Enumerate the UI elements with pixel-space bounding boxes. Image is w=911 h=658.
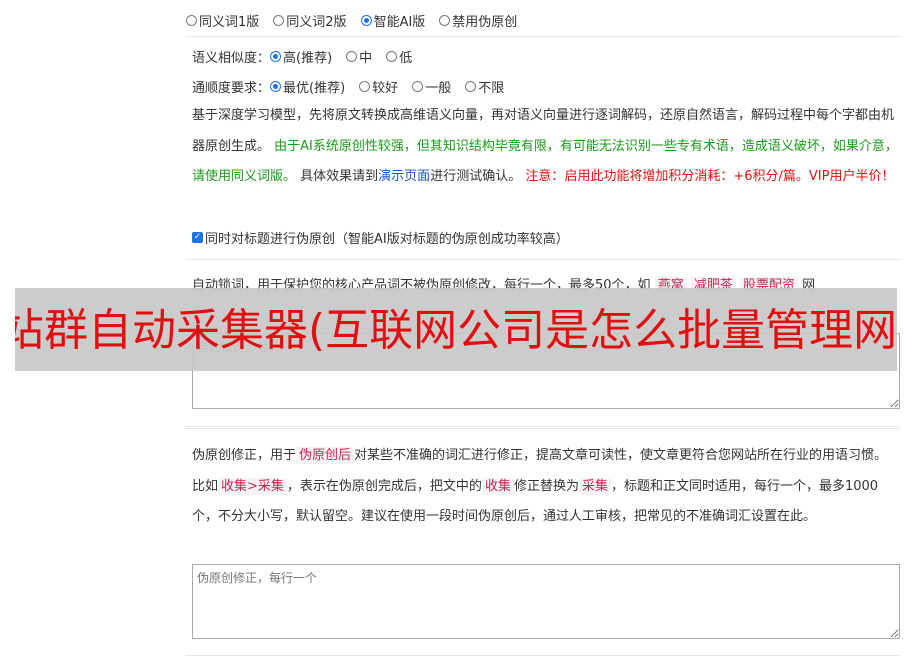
mode-synonym2-radio[interactable]: 同义词2版: [273, 11, 347, 30]
fluency-label: 通顺度要求：: [192, 81, 271, 96]
mode-disable-radio[interactable]: 禁用伪原创: [439, 11, 517, 30]
correction-tag: 收集>采集: [218, 477, 287, 495]
fluency-normal-radio[interactable]: 一般: [412, 77, 451, 96]
correction-tag: 采集: [578, 477, 611, 495]
mode-radio-group: 同义词1版 同义词2版 智能AI版 禁用伪原创: [186, 11, 531, 30]
ai-description: 基于深度学习模型，先将原文转换成高维语义向量，再对语义向量进行逐词解码，还原自然…: [192, 108, 898, 184]
title-checkbox-row[interactable]: ✓ 同时对标题进行伪原创（智能AI版对标题的伪原创成功率较高）: [192, 228, 569, 247]
demo-page-link[interactable]: 演示页面: [378, 169, 430, 184]
fluency-unlimited-radio[interactable]: 不限: [465, 77, 504, 96]
similarity-label: 语义相似度：: [192, 51, 271, 66]
similarity-row: 语义相似度： 高(推荐) 中 低: [192, 47, 426, 66]
similarity-low-radio[interactable]: 低: [386, 47, 412, 66]
fluency-row: 通顺度要求： 最优(推荐) 较好 一般 不限: [192, 77, 518, 96]
overlay-banner: 站群自动采集器(互联网公司是怎么批量管理网站: [15, 288, 897, 371]
correction-textarea[interactable]: [192, 564, 900, 639]
fluency-best-radio[interactable]: 最优(推荐): [270, 77, 345, 96]
correction-tag: 伪原创后: [296, 447, 355, 464]
similarity-mid-radio[interactable]: 中: [346, 47, 372, 66]
similarity-high-radio[interactable]: 高(推荐): [270, 47, 332, 66]
title-checkbox-label: 同时对标题进行伪原创（智能AI版对标题的伪原创成功率较高）: [205, 232, 569, 247]
overlay-banner-text: 站群自动采集器(互联网公司是怎么批量管理网站: [15, 305, 897, 356]
correction-description: 伪原创修正，用于 伪原创后 对某些不准确的词汇进行修正，提高文章可读性，使文章更符合…: [192, 447, 888, 524]
mode-synonym1-radio[interactable]: 同义词1版: [186, 11, 259, 30]
title-checkbox[interactable]: ✓: [192, 232, 203, 243]
fluency-good-radio[interactable]: 较好: [359, 77, 398, 96]
mode-ai-radio[interactable]: 智能AI版: [360, 11, 425, 30]
cost-notice: 注意：启用此功能将增加积分消耗：+6积分/篇。VIP用户半价！: [525, 169, 895, 184]
correction-tag: 收集: [481, 477, 514, 495]
